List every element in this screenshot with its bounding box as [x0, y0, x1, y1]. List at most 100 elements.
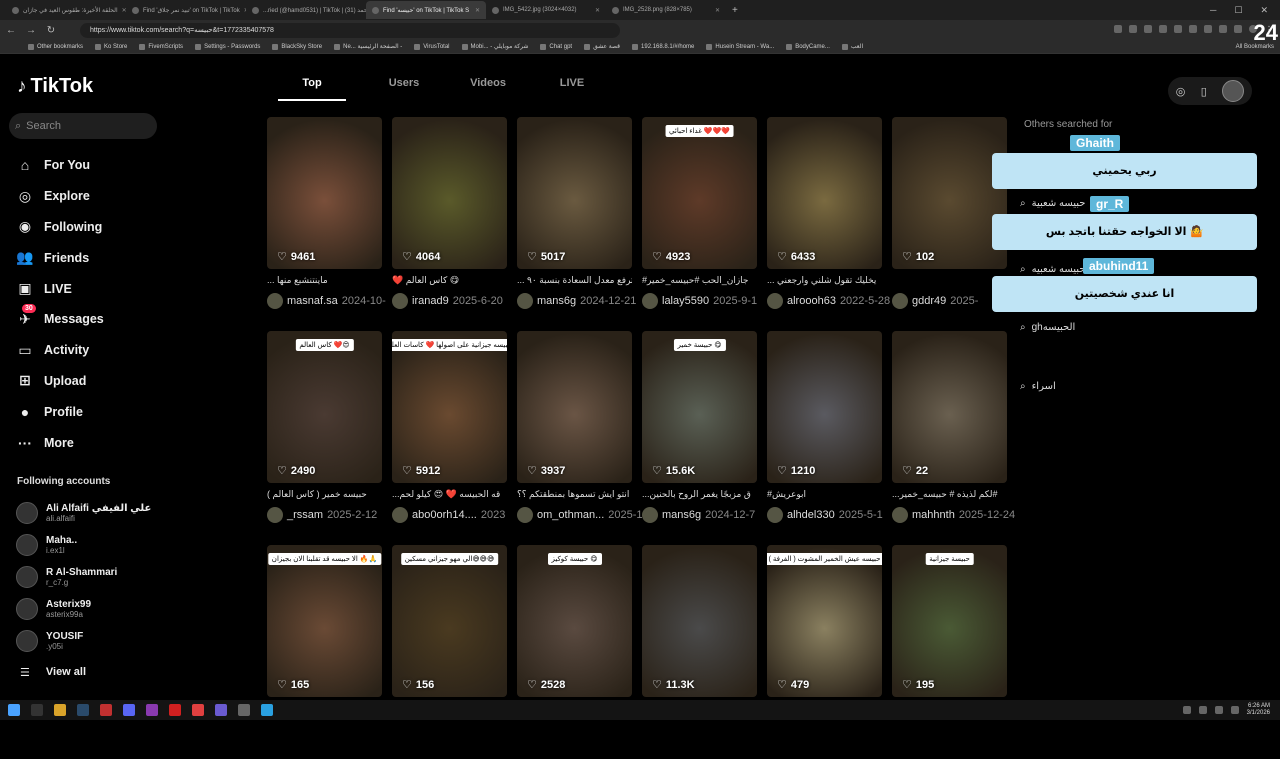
- minimize-icon[interactable]: ─: [1210, 5, 1216, 16]
- video-card[interactable]: كاس العالم ❤️😍 ♡ 2490 ( حبيسه خمير ( كاس ال…: [267, 331, 382, 545]
- tab-live[interactable]: LIVE: [530, 77, 614, 101]
- tray-icon[interactable]: [1182, 706, 1191, 714]
- browser-tab[interactable]: الحلقة الأخيرة: طقوس العيد في جازان ✕: [6, 1, 126, 19]
- following-account[interactable]: YOUSIF .y05i: [16, 625, 236, 657]
- video-thumbnail[interactable]: حبيسة جيزانية ♡ 195: [892, 545, 1007, 697]
- tab-close-icon[interactable]: ✕: [715, 7, 720, 14]
- extension-icon[interactable]: [1129, 24, 1137, 33]
- sidebar-item-messages[interactable]: ✈ 30 Messages: [16, 303, 236, 335]
- following-account[interactable]: R Al-Shammari r_c7.g: [16, 561, 236, 593]
- tiktok-logo[interactable]: ♪ TikTok: [17, 75, 93, 98]
- video-thumbnail[interactable]: حبيسة كوكيز 😋 ♡ 2528: [517, 545, 632, 697]
- video-card[interactable]: حبيسه جيزانية على اصولها ❤️ كاسات العلم ♡…: [392, 331, 507, 545]
- sidebar-item-upload[interactable]: ⊞ Upload: [16, 366, 236, 397]
- user-avatar[interactable]: [1222, 80, 1245, 102]
- browser-tab[interactable]: IMG_5422.jpg (3024×4032) ✕: [486, 1, 606, 19]
- video-card[interactable]: ♡ 4064 ❤️ كاس العالم 😋 iranad9 2025-6-20: [392, 117, 507, 331]
- video-card[interactable]: الا حبيسه قد تقلبنا الان بجيزان 🔥🙏 ♡ 165: [267, 545, 382, 759]
- bookmark-item[interactable]: BlackSky Store: [272, 43, 322, 50]
- file-explorer-icon[interactable]: [54, 704, 66, 716]
- bookmark-item[interactable]: Chat gpt: [540, 43, 572, 50]
- video-card[interactable]: حبيسة كوكيز 😋 ♡ 2528: [517, 545, 632, 759]
- extension-icon[interactable]: [1159, 24, 1167, 33]
- tray-icon[interactable]: [1198, 706, 1207, 714]
- tab-close-icon[interactable]: ✕: [595, 7, 600, 14]
- wifi-icon[interactable]: [1214, 706, 1223, 714]
- app-icon[interactable]: [100, 704, 112, 716]
- phone-icon[interactable]: ▯: [1201, 85, 1207, 98]
- others-searched-item[interactable]: ⌕ اسراء: [1020, 381, 1056, 392]
- compass-icon[interactable]: ◎: [1176, 85, 1186, 98]
- extension-icon[interactable]: [1189, 24, 1197, 33]
- video-thumbnail[interactable]: ♡ 1210: [767, 331, 882, 483]
- bookmark-item[interactable]: Mobi... - شركة موبايلي: [461, 43, 528, 50]
- browser-tab[interactable]: Find 'تبيد نمر جلاق' on TikTok | TikTok✕: [126, 1, 246, 19]
- app-icon[interactable]: [215, 704, 227, 716]
- bookmark-item[interactable]: 192.168.8.1/#/home: [632, 43, 694, 50]
- sidebar-item-profile[interactable]: ● Profile: [16, 396, 236, 427]
- back-icon[interactable]: ←: [6, 25, 16, 36]
- video-thumbnail[interactable]: ♡ 11.3K: [642, 545, 757, 697]
- app-icon[interactable]: [169, 704, 181, 716]
- video-card[interactable]: غداء احبائي ❤️❤️❤️ ♡ 4923 #جازان_الحب #حبيس…: [642, 117, 757, 331]
- browser-tab[interactable]: IMG_2528.png (828×785) ✕: [606, 1, 726, 19]
- following-account[interactable]: Ali Alfaifi علي الفيفي ali.alfaifi: [16, 497, 236, 529]
- discord-icon[interactable]: [123, 704, 135, 716]
- browser-tab[interactable]: ...ried (@hamd0531) | TikTok | أحمد (31)…: [246, 1, 366, 19]
- sidebar-item-live[interactable]: ▣ LIVE: [16, 273, 236, 304]
- video-thumbnail[interactable]: حبيسه جيزانية على اصولها ❤️ كاسات العلم ♡…: [392, 331, 507, 483]
- video-thumbnail[interactable]: غداء احبائي ❤️❤️❤️ ♡ 4923: [642, 117, 757, 269]
- video-thumbnail[interactable]: ♡ 3937: [517, 331, 632, 483]
- others-searched-item[interactable]: ⌕ حبيسه شعبيه: [1020, 264, 1086, 275]
- video-thumbnail[interactable]: ♡ 6433: [767, 117, 882, 269]
- video-card[interactable]: ♡ 6433 ... يخليك تقول شلني وارجعني alroooh6…: [767, 117, 890, 331]
- sidebar-item-friends[interactable]: 👥 Friends: [16, 242, 236, 273]
- video-thumbnail[interactable]: الا حبيسه قد تقلبنا الان بجيزان 🔥🙏 ♡ 165: [267, 545, 382, 697]
- clock[interactable]: 6:26 AM 3/1/2026: [1247, 703, 1270, 717]
- video-card[interactable]: ♡ 22 ...لكم لذيذه # حبيسه_خمير# mahhnth 2025…: [892, 331, 1015, 545]
- reload-icon[interactable]: ↻: [46, 25, 56, 36]
- video-card[interactable]: ♡ 3937 انتو ايش تسموها بمنطقتكم ؟؟ om_othma…: [517, 331, 643, 545]
- video-card[interactable]: ♡ 1210 #ابوعريش alhdel330 2025-5-1: [767, 331, 883, 545]
- bookmark-item[interactable]: قصة عشق: [584, 43, 620, 50]
- bookmark-item[interactable]: Ko Store: [95, 43, 127, 50]
- maximize-icon[interactable]: ☐: [1234, 5, 1242, 16]
- app-icon[interactable]: [261, 704, 273, 716]
- video-thumbnail[interactable]: الي مهو جيزاني مسكين😅😅😅 ♡ 156: [392, 545, 507, 697]
- chrome-icon[interactable]: [192, 704, 204, 716]
- following-account[interactable]: Asterix99 asterix99a: [16, 593, 236, 625]
- bookmark-item[interactable]: BodyCame...: [786, 43, 830, 50]
- extension-icon[interactable]: [1144, 24, 1152, 33]
- video-author[interactable]: mahhnth 2025-12-24: [892, 507, 1042, 523]
- video-card[interactable]: حبيسة خمير 😋 ♡ 15.6K ...ق مزبجًا يغمر الروح…: [642, 331, 757, 545]
- settings-icon[interactable]: [238, 704, 250, 716]
- tab-close-icon[interactable]: ✕: [475, 7, 480, 14]
- extension-icon[interactable]: [1219, 24, 1227, 33]
- video-card[interactable]: ♡ 11.3K: [642, 545, 757, 759]
- video-thumbnail[interactable]: حبيسة خمير 😋 ♡ 15.6K: [642, 331, 757, 483]
- video-thumbnail[interactable]: ♡ 5017: [517, 117, 632, 269]
- windows-start-icon[interactable]: [8, 704, 20, 716]
- video-thumbnail[interactable]: ♡ 102: [892, 117, 1007, 269]
- video-card[interactable]: الي مهو جيزاني مسكين😅😅😅 ♡ 156: [392, 545, 507, 759]
- bookmark-item[interactable]: FivemScripts: [139, 43, 183, 50]
- video-card[interactable]: حبيسة جيزانية ♡ 195: [892, 545, 1007, 759]
- video-card[interactable]: ♡ 102 gddr49 2025-: [892, 117, 1007, 331]
- steam-icon[interactable]: [77, 704, 89, 716]
- bookmark-item[interactable]: Other bookmarks: [28, 43, 83, 50]
- video-card[interactable]: ♡ 9461 ... ماينتنشبع منها masnaf.sa 2024-10-: [267, 117, 386, 331]
- bookmark-item[interactable]: Ne... الصفحة الرئيسية -: [334, 43, 402, 50]
- video-thumbnail[interactable]: ♡ 22: [892, 331, 1007, 483]
- extension-icon[interactable]: [1234, 24, 1242, 33]
- video-card[interactable]: ♡ 5017 ... ترفع معدل السعادة بنسبة ٩٠ mans6…: [517, 117, 636, 331]
- video-card[interactable]: حبيسه عيش الخمير المشوت ( الفرفة ) ♡ 479: [767, 545, 882, 759]
- tab-users[interactable]: Users: [362, 77, 446, 101]
- bookmark-item[interactable]: VirusTotal: [414, 43, 450, 50]
- bookmark-item[interactable]: Husein Stream - Wa...: [706, 43, 774, 50]
- url-input[interactable]: https://www.tiktok.com/search?q=حبيسه&t=…: [80, 22, 620, 38]
- video-thumbnail[interactable]: حبيسه عيش الخمير المشوت ( الفرفة ) ♡ 479: [767, 545, 882, 697]
- tab-videos[interactable]: Videos: [446, 77, 530, 101]
- view-all-button[interactable]: ☰ View all: [20, 666, 86, 679]
- search-icon[interactable]: [31, 704, 43, 716]
- extension-icon[interactable]: [1204, 24, 1212, 33]
